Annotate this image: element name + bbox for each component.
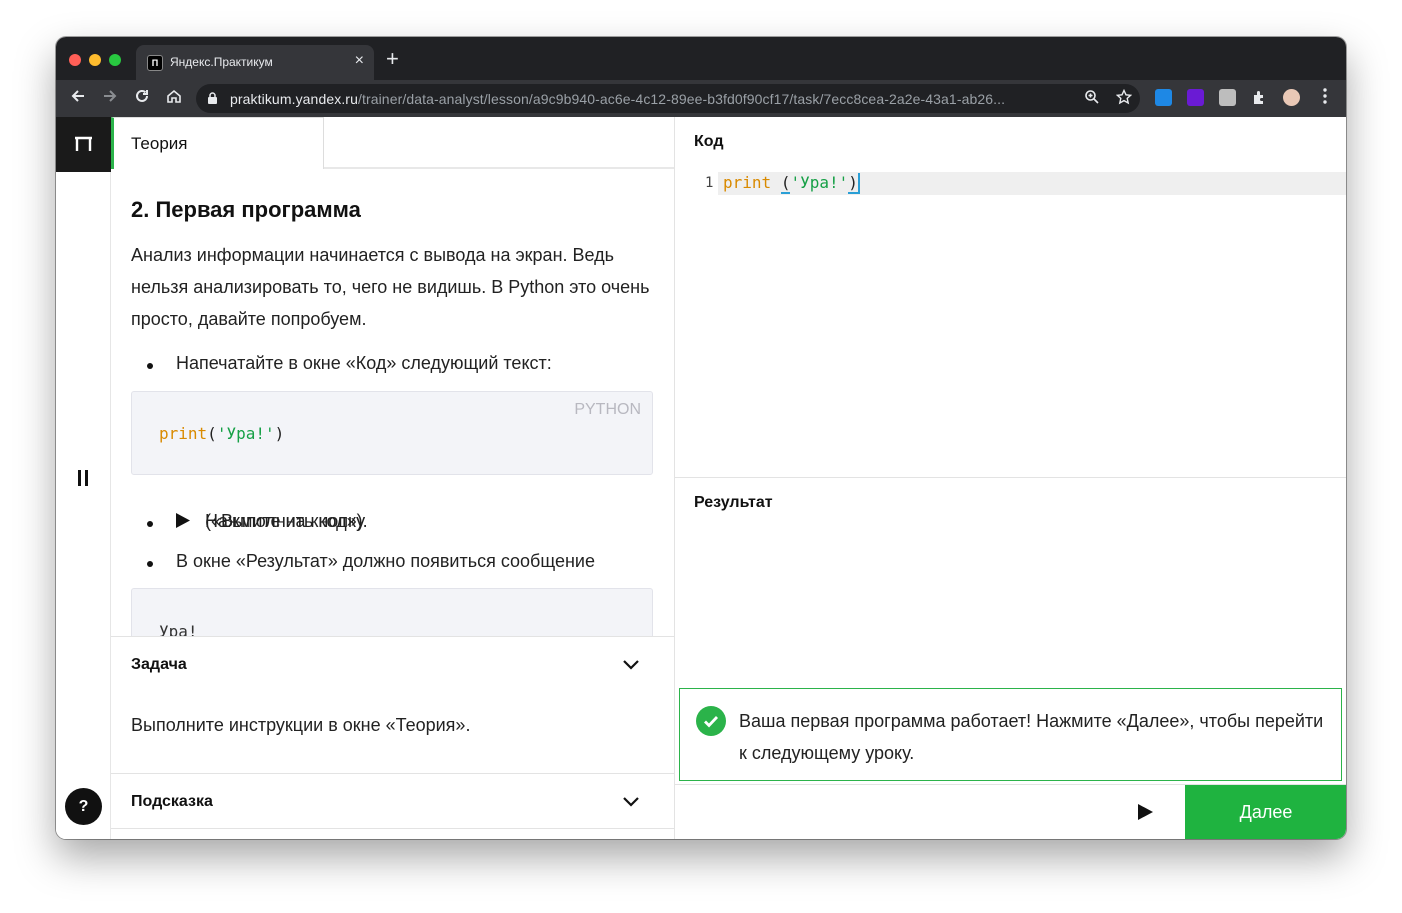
zoom-icon[interactable]	[1084, 89, 1100, 109]
reload-icon[interactable]	[130, 86, 154, 110]
cloud-extension-icon[interactable]	[1155, 89, 1172, 106]
tab-close-icon[interactable]: ×	[355, 52, 364, 70]
extensions-puzzle-icon[interactable]	[1251, 89, 1268, 106]
reader-extension-icon[interactable]	[1219, 89, 1236, 106]
close-window-button[interactable]	[69, 54, 81, 66]
chevron-down-icon[interactable]	[623, 797, 639, 807]
minimize-window-button[interactable]	[89, 54, 101, 66]
chevron-down-icon[interactable]	[623, 660, 639, 670]
run-code-play-icon[interactable]	[1137, 804, 1153, 820]
back-icon[interactable]	[66, 86, 90, 110]
output-example: Ура!	[159, 622, 198, 636]
divider	[111, 773, 674, 774]
url-text[interactable]: praktikum.yandex.ru/trainer/data-analyst…	[230, 91, 1005, 107]
task-text: Выполните инструкции в окне «Теория».	[131, 715, 471, 735]
code-language-label: PYTHON	[574, 401, 641, 418]
next-button[interactable]: Далее	[1185, 785, 1346, 839]
address-bar[interactable]: praktikum.yandex.ru/trainer/data-analyst…	[196, 84, 1140, 113]
lesson-heading: 2. Первая программа	[131, 197, 361, 222]
hint-title[interactable]: Подсказка	[131, 793, 213, 811]
praktikum-app: ? Теория 2. Первая программа Анализ инфо…	[56, 117, 1346, 839]
code-example: print('Ура!')	[159, 424, 285, 443]
theory-content[interactable]: 2. Первая программа Анализ информации на…	[111, 169, 674, 636]
result-title: Результат	[694, 494, 773, 511]
workspace-panel: Код 1 print ('Ура!') Результат Ваша перв…	[674, 117, 1346, 839]
pause-icon[interactable]	[78, 470, 90, 486]
success-message: Ваша первая программа работает! Нажмите …	[679, 688, 1342, 781]
divider	[675, 477, 1346, 478]
code-title: Код	[694, 133, 724, 150]
profile-avatar[interactable]	[1283, 89, 1300, 106]
maximize-window-button[interactable]	[109, 54, 121, 66]
new-tab-button[interactable]: +	[386, 48, 399, 70]
divider	[111, 828, 674, 829]
praktikum-logo-icon[interactable]	[56, 117, 111, 172]
forward-icon[interactable]	[98, 86, 122, 110]
output-example-block: Ура!	[131, 588, 653, 636]
browser-toolbar: praktikum.yandex.ru/trainer/data-analyst…	[56, 80, 1346, 117]
theory-panel: Теория 2. Первая программа Анализ информ…	[111, 117, 674, 839]
code-editor[interactable]: print ('Ура!')	[723, 173, 860, 194]
code-example-block: PYTHON print('Ура!')	[131, 391, 653, 475]
check-circle-icon	[696, 706, 726, 736]
left-rail: ?	[56, 117, 111, 839]
ad-extension-icon[interactable]	[1187, 89, 1204, 106]
help-button[interactable]: ?	[65, 788, 102, 825]
play-icon	[176, 513, 190, 528]
task-sections: Задача Выполните инструкции в окне «Теор…	[111, 636, 674, 839]
tab-favicon-icon: П	[147, 55, 163, 71]
browser-tab[interactable]: П Яндекс.Практикум ×	[136, 45, 374, 80]
tab-theory-label: Теория	[131, 134, 188, 153]
browser-window: П Яндекс.Практикум × + praktikum.yandex.…	[56, 37, 1346, 839]
browser-menu-icon[interactable]	[1313, 86, 1337, 110]
lesson-paragraph: Анализ информации начинается с вывода на…	[131, 245, 650, 329]
bookmark-star-icon[interactable]	[1115, 88, 1133, 109]
tab-bar: П Яндекс.Практикум × +	[56, 37, 1346, 80]
tab-title: Яндекс.Практикум	[170, 55, 273, 69]
line-number: 1	[705, 175, 714, 191]
home-icon[interactable]	[162, 86, 186, 110]
task-title[interactable]: Задача	[131, 656, 187, 674]
tab-theory[interactable]: Теория	[111, 117, 324, 169]
theory-tabs: Теория	[111, 117, 674, 169]
success-text: Ваша первая программа работает! Нажмите …	[739, 711, 1324, 763]
lock-icon	[208, 92, 217, 104]
